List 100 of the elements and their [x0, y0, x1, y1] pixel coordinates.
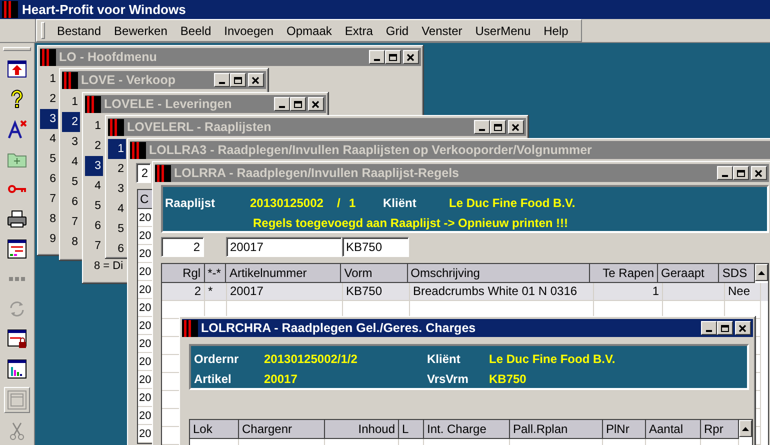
column-header[interactable]: Artikelnummer	[226, 264, 342, 283]
menu-option[interactable]: 7	[40, 189, 58, 209]
minimize-button[interactable]	[701, 321, 717, 335]
toolbar-button[interactable]	[5, 357, 29, 381]
menu-option[interactable]: 2	[40, 89, 58, 109]
menu-option[interactable]: 1	[85, 116, 103, 136]
menu-item[interactable]: Venster	[416, 22, 470, 38]
column-header[interactable]: L	[399, 420, 424, 439]
menu-option[interactable]: 5	[40, 149, 58, 169]
window-icon	[6, 389, 28, 411]
minimize-button[interactable]	[214, 73, 230, 87]
menu-item[interactable]: UserMenu	[469, 22, 538, 38]
maximize-button[interactable]	[733, 166, 749, 180]
menu-item[interactable]: Invoegen	[218, 22, 281, 38]
menu-option[interactable]: 5	[85, 196, 103, 216]
menu-option[interactable]: 3	[62, 132, 80, 152]
column-header[interactable]: *-*	[204, 264, 226, 283]
menu-option[interactable]: 6	[62, 192, 80, 212]
up-arrow-icon	[758, 270, 766, 274]
minimize-icon	[706, 330, 712, 332]
menu-item[interactable]: Extra	[338, 22, 380, 38]
menu-item[interactable]: Bewerken	[108, 22, 174, 38]
menu-option[interactable]: 5	[108, 219, 126, 239]
table-row[interactable]: 2 * 20017 KB750 Breadcrumbs White 01 N 0316 1 Nee	[162, 283, 768, 301]
maximize-button[interactable]	[717, 321, 733, 335]
chart-window-icon	[6, 358, 28, 380]
input-field[interactable]: 2	[161, 237, 204, 257]
input-field[interactable]: 20017	[226, 237, 342, 257]
menu-option[interactable]: 1	[108, 139, 126, 159]
column-header[interactable]: Pall.Rplan	[510, 420, 603, 439]
dots-icon	[9, 277, 25, 281]
column-header[interactable]: Te Rapen	[590, 264, 658, 283]
close-button[interactable]	[308, 97, 324, 111]
maximize-button[interactable]	[230, 73, 246, 87]
menu-option[interactable]: 4	[108, 199, 126, 219]
maximize-button[interactable]	[490, 120, 506, 134]
column-header[interactable]: Int. Charge	[424, 420, 510, 439]
menu-option[interactable]: 5	[62, 172, 80, 192]
minimize-icon	[219, 82, 225, 84]
field-label: VrsVrm	[427, 372, 470, 386]
menu-option[interactable]: 4	[85, 176, 103, 196]
column-header[interactable]: Aantal	[646, 420, 701, 439]
close-button[interactable]	[248, 73, 264, 87]
column-header[interactable]: Geraapt	[658, 264, 720, 283]
menu-item[interactable]: Bestand	[51, 22, 108, 38]
scroll-up-button[interactable]	[755, 264, 768, 281]
close-button[interactable]	[735, 321, 751, 335]
close-button[interactable]	[403, 50, 419, 64]
menu-option[interactable]: 1	[62, 92, 80, 112]
menu-option[interactable]: 2	[108, 159, 126, 179]
menu-item[interactable]: Opmaak	[280, 22, 339, 38]
maximize-button[interactable]	[290, 97, 306, 111]
menu-option[interactable]: 9	[40, 229, 58, 249]
menu-option[interactable]: 6	[85, 216, 103, 236]
menu-option[interactable]: 4	[40, 129, 58, 149]
menu-option[interactable]: 8 = Di	[85, 256, 126, 276]
window-title: LOVELERL - Raaplijsten	[127, 120, 272, 134]
menu-option[interactable]: 1	[40, 69, 58, 89]
column-header[interactable]: PlNr	[603, 420, 646, 439]
toolbar-button[interactable]	[5, 327, 29, 351]
column-header[interactable]: Lok	[190, 420, 239, 439]
minimize-button[interactable]	[717, 166, 733, 180]
menu-option[interactable]: 2	[85, 136, 103, 156]
menu-item[interactable]: Help	[538, 22, 576, 38]
toolbar-button[interactable]	[5, 237, 29, 261]
menu-item[interactable]: Beeld	[174, 22, 218, 38]
minimize-button[interactable]	[369, 50, 385, 64]
column-header[interactable]: Omschrijving	[408, 264, 590, 283]
column-header[interactable]: Vorm	[341, 264, 408, 283]
field-value: Le Duc Fine Food B.V.	[489, 352, 616, 366]
field-value: Le Duc Fine Food B.V.	[449, 196, 576, 210]
close-button[interactable]	[508, 120, 524, 134]
maximize-button[interactable]	[385, 50, 401, 64]
menu-option[interactable]: 3	[108, 179, 126, 199]
menu-option[interactable]: 7	[62, 212, 80, 232]
menu-item[interactable]: Grid	[380, 22, 416, 38]
menu-option[interactable]: 3	[85, 156, 103, 176]
close-button[interactable]	[751, 166, 767, 180]
column-header[interactable]: Chargenr	[239, 420, 325, 439]
up-arrow-icon	[742, 426, 749, 430]
close-icon	[406, 52, 416, 62]
menu-option[interactable]: 8	[62, 232, 80, 252]
menu-option[interactable]: 6	[108, 239, 126, 259]
menu-option[interactable]: 4	[62, 152, 80, 172]
minimize-button[interactable]	[274, 97, 290, 111]
close-icon	[311, 100, 321, 108]
minimize-button[interactable]	[474, 120, 490, 134]
maximize-icon	[736, 168, 746, 178]
scroll-up-button[interactable]	[739, 420, 752, 437]
column-header[interactable]: Rgl	[162, 264, 205, 283]
input-field[interactable]: KB750	[342, 237, 409, 257]
column-header[interactable]: SDS	[719, 264, 756, 283]
menu-option[interactable]: 8	[40, 209, 58, 229]
menu-option[interactable]: 7	[85, 236, 103, 256]
column-header[interactable]: Inhoud	[325, 420, 399, 439]
menu-option[interactable]: 6	[40, 169, 58, 189]
input-field[interactable]: 2	[136, 163, 151, 183]
menu-option[interactable]: 2	[62, 112, 80, 132]
menu-option[interactable]: 3	[40, 109, 58, 129]
column-header[interactable]: Rpr	[701, 420, 739, 439]
